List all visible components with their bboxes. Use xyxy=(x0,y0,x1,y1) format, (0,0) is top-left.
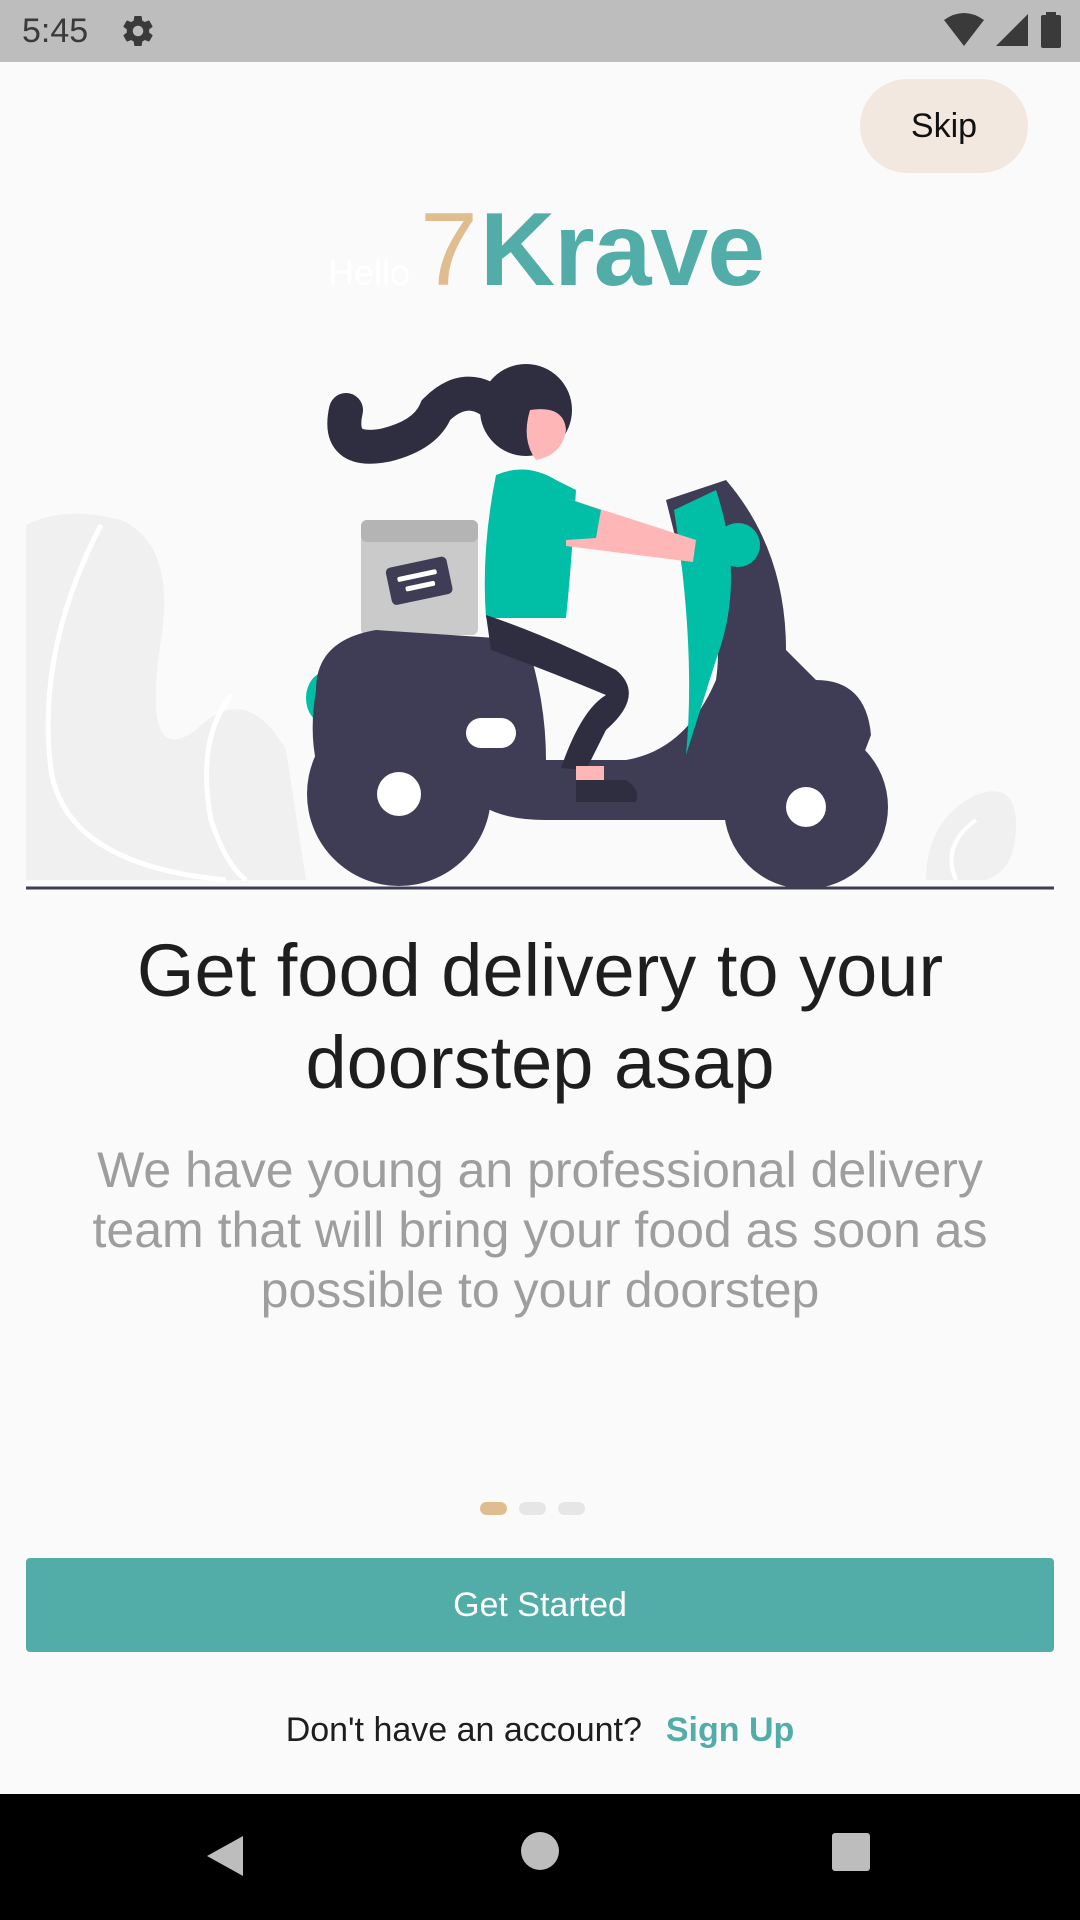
skip-button[interactable]: Skip xyxy=(860,79,1028,173)
logo-seven-text: 7 xyxy=(420,192,478,308)
page-indicator xyxy=(480,1502,585,1515)
delivery-scooter-illustration xyxy=(26,364,1054,890)
home-icon[interactable] xyxy=(521,1832,559,1870)
sign-up-link[interactable]: Sign Up xyxy=(666,1711,794,1750)
wifi-icon xyxy=(944,13,984,46)
system-nav-bar xyxy=(0,1794,1080,1920)
get-started-button[interactable]: Get Started xyxy=(26,1558,1054,1652)
plant-left-illustration xyxy=(26,513,306,883)
status-icons xyxy=(944,12,1062,48)
back-icon[interactable] xyxy=(205,1834,245,1878)
signal-icon xyxy=(996,14,1028,46)
page-indicator-dot[interactable] xyxy=(558,1502,585,1515)
signup-row: Don't have an account? Sign Up xyxy=(0,1705,1080,1755)
status-time: 5:45 xyxy=(22,12,89,50)
page-indicator-dot[interactable] xyxy=(519,1502,546,1515)
logo-krave-text: Krave xyxy=(480,192,765,308)
app-logo: Hello 7 Krave xyxy=(328,190,765,310)
page-indicator-dot[interactable] xyxy=(480,1502,507,1515)
battery-icon xyxy=(1041,12,1061,48)
status-bar: 5:45 xyxy=(0,0,1080,62)
gear-icon xyxy=(123,16,153,47)
signup-prompt-text: Don't have an account? xyxy=(285,1710,642,1749)
plant-right-illustration xyxy=(926,791,1016,881)
onboarding-subtitle: We have young an professional delivery t… xyxy=(92,1142,988,1318)
logo-hello-text: Hello xyxy=(328,252,411,293)
onboarding-title: Get food delivery to your doorstep asap xyxy=(136,929,944,1104)
recent-apps-icon[interactable] xyxy=(832,1833,870,1871)
